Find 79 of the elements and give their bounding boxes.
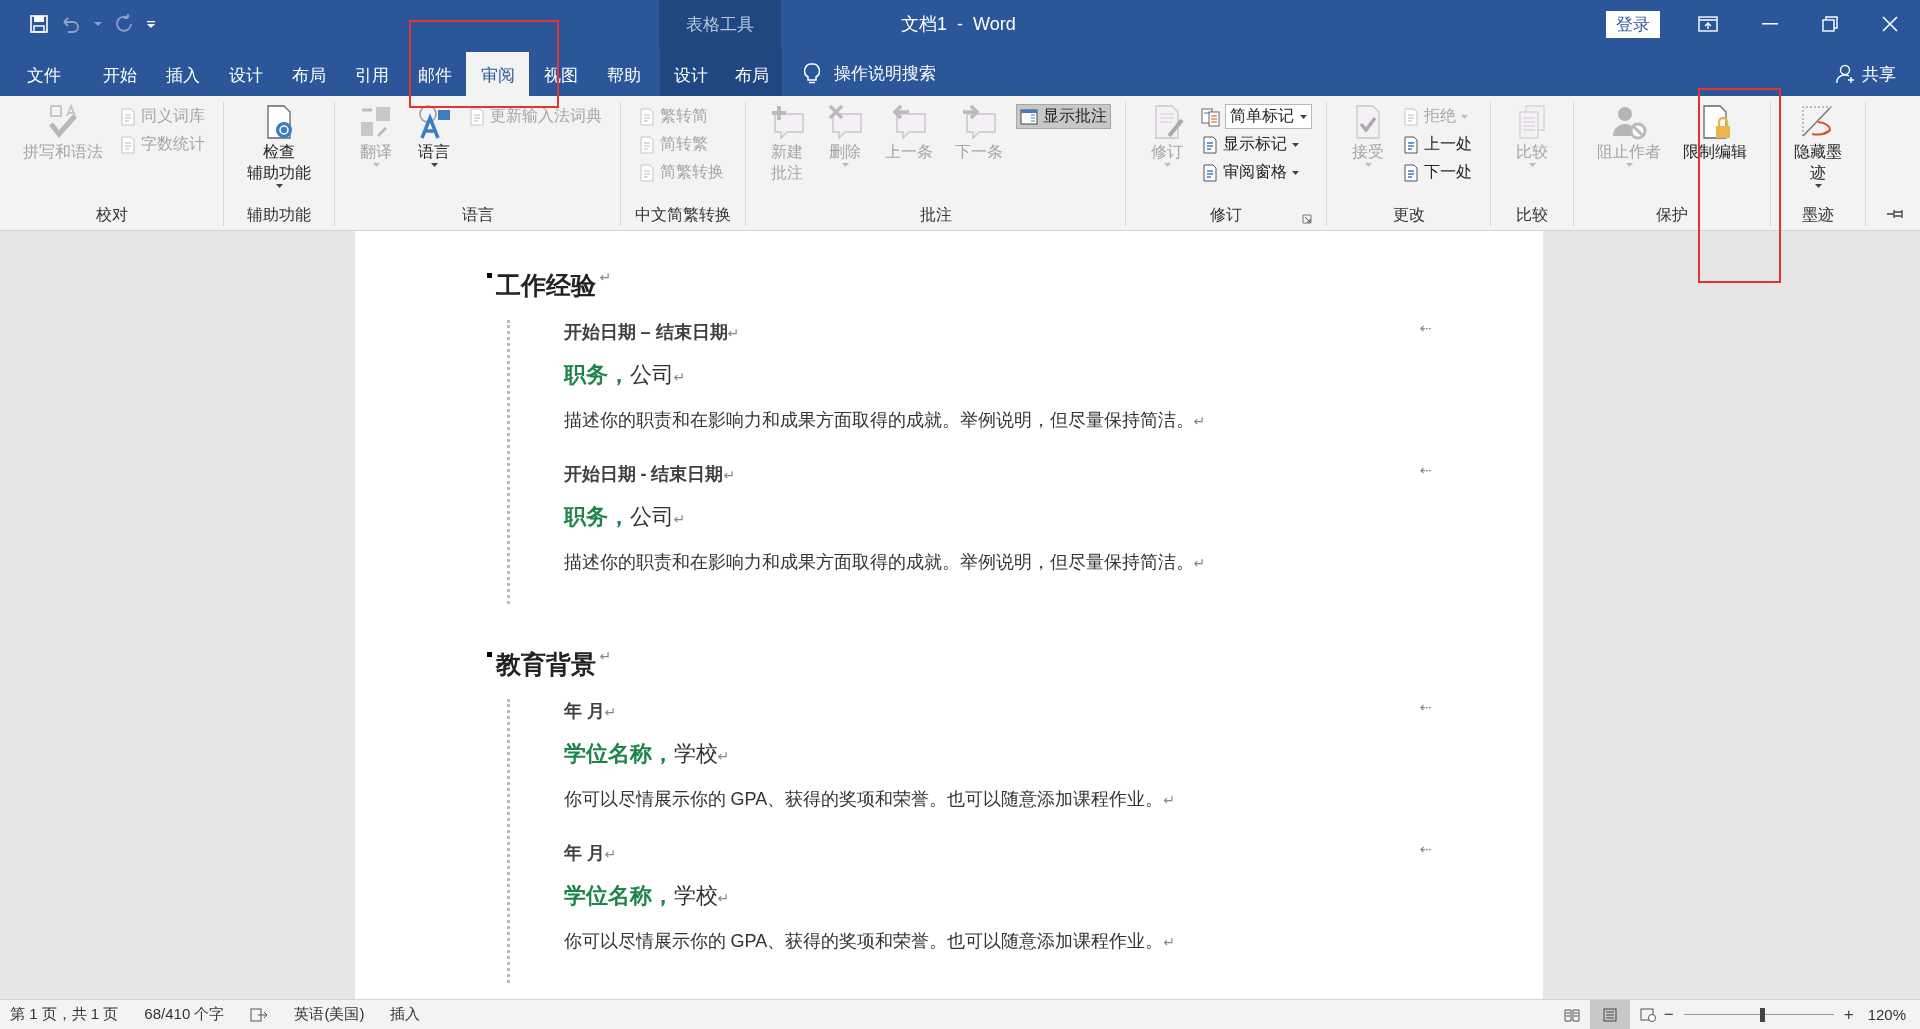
markup-dropdown[interactable]: 简单标记 — [1225, 104, 1312, 129]
paragraph-mark: ↵ — [599, 648, 612, 664]
ribbon-tab[interactable]: 引用 — [340, 48, 403, 96]
date-range: 年 月 — [563, 701, 605, 721]
zoom-in-button[interactable]: + — [1843, 1004, 1854, 1025]
description-text: 你可以尽情展示你的 GPA、获得的奖项和荣誉。也可以随意添加课程作业。 — [563, 931, 1164, 951]
ribbon-button[interactable]: 显示标记 — [1198, 132, 1312, 157]
word-count[interactable]: 68/410 个字 — [144, 1005, 225, 1024]
ribbon-group-label: 辅助功能 — [247, 204, 311, 225]
date-range: 年 月 — [563, 843, 605, 863]
ribbon-group-label: 保护 — [1656, 204, 1688, 225]
ribbon-tab[interactable]: 布局 — [721, 48, 782, 96]
ribbon-group-label: 修订 — [1210, 204, 1242, 225]
paragraph-mark: ↵ — [673, 511, 686, 527]
ribbon-tab[interactable]: 帮助 — [592, 48, 655, 96]
paragraph-mark: ↵ — [1163, 792, 1175, 808]
ribbon-button[interactable]: 检查 辅助功能 — [238, 102, 320, 191]
cell-end-mark: ⇠ — [1419, 462, 1432, 480]
paragraph-mark: ↵ — [1193, 413, 1206, 429]
ribbon-group-label: 校对 — [95, 204, 128, 225]
organization-name: 学校 — [673, 883, 718, 908]
ribbon-group-label: 语言 — [461, 204, 494, 225]
paragraph-mark: ↵ — [717, 890, 730, 906]
section-heading: 工作经验 — [495, 270, 596, 301]
contextual-tab-label: 表格工具 — [659, 0, 781, 48]
job-title: 学位名称， — [563, 883, 674, 908]
paragraph-mark: ↵ — [1163, 934, 1175, 950]
job-title: 职务， — [563, 362, 630, 387]
paragraph-mark: ↵ — [723, 467, 736, 483]
organization-name: 公司 — [629, 362, 674, 387]
ribbon-button[interactable]: 语言 — [407, 102, 461, 170]
tell-me-search-field[interactable]: 操作说明搜索 — [834, 64, 964, 84]
ribbon-group-label: 更改 — [1392, 204, 1425, 225]
ribbon-button[interactable]: 审阅窗格 — [1198, 160, 1312, 185]
paragraph-mark: ↵ — [673, 369, 686, 385]
share-label[interactable]: 共享 — [1862, 62, 1896, 86]
zoom-level[interactable]: 120% — [1867, 1006, 1906, 1023]
toggle-button[interactable]: 显示批注 — [1016, 104, 1111, 129]
cell-end-mark: ⇠ — [1419, 841, 1432, 859]
organization-name: 公司 — [629, 504, 674, 529]
page-count[interactable]: 第 1 页，共 1 页 — [10, 1005, 119, 1024]
paragraph-mark: ↵ — [1193, 555, 1206, 571]
ribbon-tab[interactable]: 开始 — [88, 48, 151, 96]
language-status[interactable]: 英语(美国) — [294, 1005, 365, 1024]
job-title: 学位名称， — [563, 741, 674, 766]
ribbon-button[interactable]: 限制编辑 — [1674, 102, 1756, 164]
paragraph-mark: ↵ — [599, 269, 612, 285]
ribbon-group-label: 墨迹 — [1802, 204, 1834, 225]
organization-name: 学校 — [673, 741, 718, 766]
ribbon-tab[interactable]: 设计 — [214, 48, 277, 96]
cell-end-mark: ⇠ — [1419, 320, 1432, 338]
date-range: 开始日期 - 结束日期 — [563, 464, 724, 484]
ribbon-tab[interactable]: 设计 — [660, 48, 721, 96]
insert-mode-status[interactable]: 插入 — [390, 1005, 421, 1024]
date-range: 开始日期 – 结束日期 — [563, 322, 728, 342]
ribbon-tab[interactable]: 布局 — [277, 48, 340, 96]
ribbon-button[interactable]: 隐藏墨 迹 — [1785, 102, 1851, 191]
ribbon-group-label: 比较 — [1516, 204, 1548, 225]
ribbon-tab[interactable]: 插入 — [151, 48, 214, 96]
ribbon-tab[interactable]: 邮件 — [403, 48, 466, 96]
description-text: 描述你的职责和在影响力和成果方面取得的成就。举例说明，但尽量保持简洁。 — [563, 552, 1194, 572]
zoom-out-button[interactable]: − — [1663, 1004, 1674, 1025]
sign-in-button[interactable]: 登录 — [1606, 10, 1660, 38]
window-title: 文档1 - Word — [900, 13, 1017, 36]
cell-end-mark: ⇠ — [1419, 699, 1432, 717]
paragraph-mark: ↵ — [604, 846, 617, 862]
ribbon-group-label: 中文简繁转换 — [635, 204, 731, 225]
paragraph-mark: ↵ — [717, 748, 730, 764]
paragraph-mark: ↵ — [727, 325, 740, 341]
section-heading: 教育背景 — [495, 649, 596, 680]
ribbon-tab[interactable]: 文件 — [0, 48, 88, 96]
paragraph-mark: ↵ — [604, 704, 617, 720]
description-text: 描述你的职责和在影响力和成果方面取得的成就。举例说明，但尽量保持简洁。 — [563, 410, 1194, 430]
ribbon-group-label: 批注 — [919, 204, 952, 225]
ribbon-button[interactable]: 下一处 — [1399, 160, 1476, 185]
description-text: 你可以尽情展示你的 GPA、获得的奖项和荣誉。也可以随意添加课程作业。 — [563, 789, 1164, 809]
job-title: 职务， — [563, 504, 630, 529]
ribbon-tab[interactable]: 审阅 — [466, 52, 529, 96]
ribbon-button[interactable]: 上一处 — [1399, 132, 1476, 157]
